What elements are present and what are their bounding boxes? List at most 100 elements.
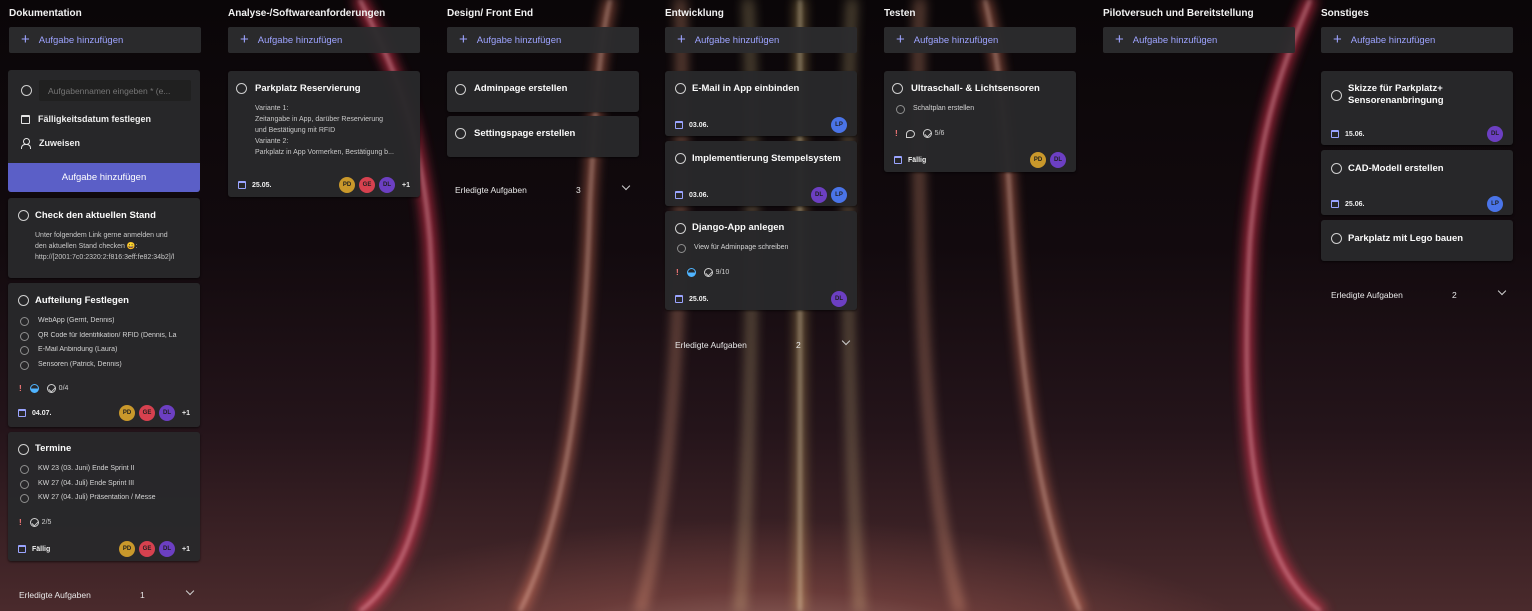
column-title: Sonstiges bbox=[1321, 8, 1369, 19]
completed-tasks-toggle[interactable]: Erledigte Aufgaben 2 bbox=[1331, 286, 1513, 300]
calendar-icon bbox=[675, 295, 683, 303]
assignee-avatars[interactable]: LP bbox=[1487, 196, 1503, 212]
assign-label: Zuweisen bbox=[39, 138, 81, 148]
column-title: Entwicklung bbox=[665, 8, 724, 19]
complete-checkbox[interactable] bbox=[892, 83, 903, 94]
due-date-label: Fälligkeitsdatum festlegen bbox=[38, 114, 152, 124]
complete-checkbox[interactable] bbox=[455, 128, 466, 139]
add-task-label: Aufgabe hinzufügen bbox=[38, 34, 124, 46]
subtask-checkbox[interactable] bbox=[896, 105, 905, 114]
add-task-button[interactable]: + Aufgabe hinzufügen bbox=[1103, 27, 1295, 53]
task-card[interactable]: Ultraschall- & Lichtsensoren Schaltplan … bbox=[884, 71, 1076, 172]
plus-icon: + bbox=[1115, 31, 1124, 48]
task-title: Django-App anlegen bbox=[692, 222, 785, 233]
completed-tasks-toggle[interactable]: Erledigte Aufgaben 3 bbox=[455, 181, 637, 195]
calendar-icon bbox=[18, 409, 26, 417]
add-task-label: Aufgabe hinzufügen bbox=[913, 34, 999, 46]
add-task-button[interactable]: + Aufgabe hinzufügen bbox=[447, 27, 639, 53]
subtask-label: Schaltplan erstellen bbox=[913, 105, 975, 112]
subtask-checkbox[interactable] bbox=[20, 317, 29, 326]
chevron-down-icon bbox=[185, 586, 195, 596]
chevron-down-icon bbox=[1497, 286, 1507, 296]
task-description-line: den aktuellen Stand checken 😀: bbox=[35, 243, 138, 250]
task-card[interactable]: Termine KW 23 (03. Juni) Ende Sprint II … bbox=[8, 432, 200, 561]
task-card[interactable]: E-Mail in App einbinden 03.06. LP bbox=[665, 71, 857, 136]
assign-button[interactable]: Zuweisen bbox=[21, 138, 81, 149]
task-card[interactable]: Parkplatz mit Lego bauen bbox=[1321, 220, 1513, 261]
task-card[interactable]: Parkplatz Reservierung Variante 1: Zeita… bbox=[228, 71, 420, 197]
complete-checkbox[interactable] bbox=[1331, 233, 1342, 244]
task-name-input[interactable] bbox=[39, 80, 191, 101]
column-title: Dokumentation bbox=[9, 8, 82, 19]
complete-checkbox[interactable] bbox=[1331, 90, 1342, 101]
task-meta: ! 0/4 bbox=[19, 384, 68, 393]
avatar: DL bbox=[379, 177, 396, 193]
complete-checkbox[interactable] bbox=[675, 223, 686, 234]
complete-checkbox[interactable] bbox=[18, 295, 29, 306]
add-task-button[interactable]: + Aufgabe hinzufügen bbox=[9, 27, 201, 53]
calendar-icon bbox=[894, 156, 902, 164]
completed-tasks-toggle[interactable]: Erledigte Aufgaben 1 bbox=[19, 586, 201, 600]
new-task-form: Fälligkeitsdatum festlegen Zuweisen Aufg… bbox=[8, 70, 200, 192]
more-assignees-count: +1 bbox=[182, 409, 190, 417]
add-task-button[interactable]: + Aufgabe hinzufügen bbox=[884, 27, 1076, 53]
calendar-icon bbox=[18, 545, 26, 553]
subtask-checkbox[interactable] bbox=[20, 480, 29, 489]
avatar: GE bbox=[359, 177, 376, 193]
task-card[interactable]: Skizze für Parkplatz+ Sensorenanbringung… bbox=[1321, 71, 1513, 145]
task-card[interactable]: Aufteilung Festlegen WebApp (Gerrit, Den… bbox=[8, 283, 200, 427]
complete-checkbox[interactable] bbox=[236, 83, 247, 94]
complete-checkbox[interactable] bbox=[675, 153, 686, 164]
assignee-avatars[interactable]: DL bbox=[1487, 126, 1503, 142]
complete-checkbox[interactable] bbox=[1331, 163, 1342, 174]
subtask-checkbox[interactable] bbox=[20, 332, 29, 341]
completed-tasks-toggle[interactable]: Erledigte Aufgaben 2 bbox=[675, 336, 857, 350]
complete-checkbox[interactable] bbox=[455, 84, 466, 95]
due-date: Fällig bbox=[18, 545, 50, 553]
subtask-checkbox[interactable] bbox=[20, 494, 29, 503]
task-meta: ! 5/6 bbox=[895, 129, 944, 138]
due-date-text: 03.06. bbox=[689, 121, 709, 129]
plus-icon: + bbox=[896, 31, 905, 48]
assignee-avatars[interactable]: PD GE DL +1 bbox=[339, 177, 410, 193]
due-date: 25.06. bbox=[1331, 200, 1364, 208]
assignee-avatars[interactable]: PD GE DL +1 bbox=[119, 405, 190, 421]
complete-checkbox[interactable] bbox=[18, 444, 29, 455]
checklist-indicator: 9/10 bbox=[703, 268, 729, 277]
subtask-checkbox[interactable] bbox=[20, 361, 29, 370]
calendar-icon bbox=[675, 191, 683, 199]
set-due-date-button[interactable]: Fälligkeitsdatum festlegen bbox=[21, 114, 151, 124]
avatar: DL bbox=[1050, 152, 1066, 168]
completed-tasks-label: Erledigte Aufgaben bbox=[1331, 290, 1403, 300]
priority-important-icon: ! bbox=[676, 268, 679, 277]
task-card[interactable]: Adminpage erstellen bbox=[447, 71, 639, 112]
assignee-avatars[interactable]: PD DL bbox=[1030, 152, 1066, 168]
due-date: 25.05. bbox=[675, 295, 708, 303]
task-card[interactable]: Django-App anlegen View für Adminpage sc… bbox=[665, 211, 857, 310]
chevron-down-icon bbox=[621, 181, 631, 191]
due-date: 03.06. bbox=[675, 191, 708, 199]
submit-task-button[interactable]: Aufgabe hinzufügen bbox=[8, 163, 200, 192]
task-card[interactable]: Check den aktuellen Stand Unter folgende… bbox=[8, 198, 200, 278]
due-date-text: Fällig bbox=[32, 545, 51, 553]
checklist-icon bbox=[46, 384, 56, 393]
task-card[interactable]: Implementierung Stempelsystem 03.06. DL … bbox=[665, 141, 857, 206]
subtask-checkbox[interactable] bbox=[677, 244, 686, 253]
plus-icon: + bbox=[1333, 31, 1342, 48]
task-card[interactable]: Settingspage erstellen bbox=[447, 116, 639, 157]
complete-checkbox[interactable] bbox=[18, 210, 29, 221]
add-task-button[interactable]: + Aufgabe hinzufügen bbox=[665, 27, 857, 53]
add-task-button[interactable]: + Aufgabe hinzufügen bbox=[228, 27, 420, 53]
subtask-checkbox[interactable] bbox=[20, 346, 29, 355]
assignee-avatars[interactable]: DL LP bbox=[811, 187, 847, 203]
task-title: Aufteilung Festlegen bbox=[35, 295, 129, 306]
task-card[interactable]: CAD-Modell erstellen 25.06. LP bbox=[1321, 150, 1513, 215]
complete-checkbox[interactable] bbox=[675, 83, 686, 94]
assignee-avatars[interactable]: LP bbox=[831, 117, 847, 133]
add-task-button[interactable]: + Aufgabe hinzufügen bbox=[1321, 27, 1513, 53]
plus-icon: + bbox=[459, 31, 468, 48]
subtask-checkbox[interactable] bbox=[20, 465, 29, 474]
assignee-avatars[interactable]: PD GE DL +1 bbox=[119, 541, 190, 557]
add-task-label: Aufgabe hinzufügen bbox=[1132, 34, 1218, 46]
assignee-avatars[interactable]: DL bbox=[831, 291, 847, 307]
